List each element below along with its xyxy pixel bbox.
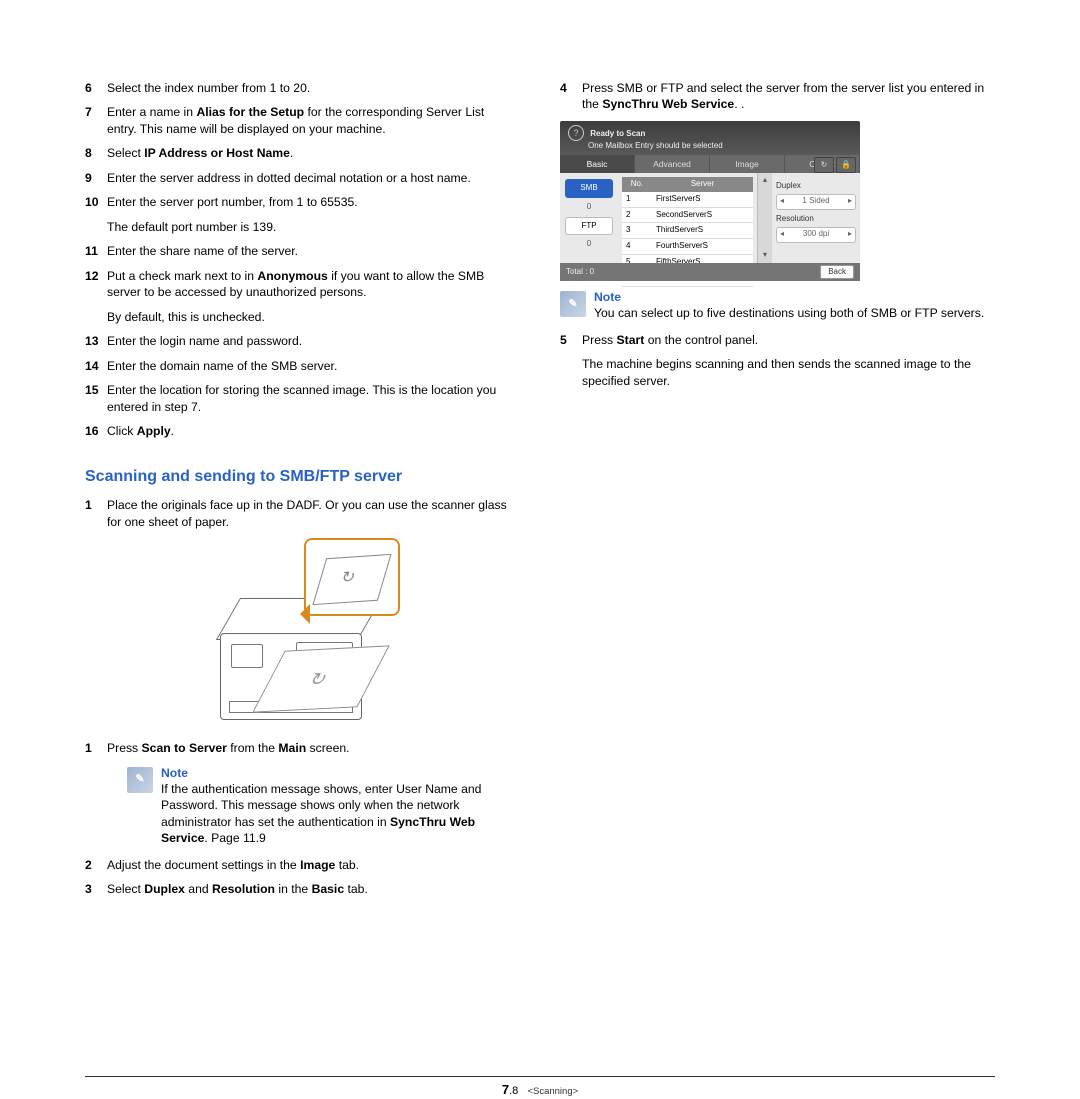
left-column: 6Select the index number from 1 to 20.7E… [85, 80, 515, 906]
note-title: Note [161, 765, 515, 781]
tab-image[interactable]: Image [710, 155, 785, 173]
step-number: 16 [85, 423, 107, 439]
numbered-step: 16Click Apply. [85, 423, 515, 439]
note-body: If the authentication message shows, ent… [161, 782, 481, 845]
step-number: 1 [85, 497, 107, 530]
step-text: Enter the login name and password. [107, 333, 515, 349]
numbered-step: 5Press Start on the control panel.The ma… [560, 332, 990, 389]
tab-basic[interactable]: Basic [560, 155, 635, 173]
step-number: 7 [85, 104, 107, 137]
chapter-number: 7 [502, 1082, 509, 1097]
note-icon: ✎ [127, 767, 153, 793]
lock-icon[interactable]: 🔒 [836, 157, 856, 173]
step-text: Enter the domain name of the SMB server. [107, 358, 515, 374]
section-name: <Scanning> [527, 1086, 578, 1097]
table-row[interactable]: 1FirstServerS [622, 192, 753, 207]
numbered-step: 1Place the originals face up in the DADF… [85, 497, 515, 530]
step-number: 12 [85, 268, 107, 325]
step-text: Press SMB or FTP and select the server f… [582, 80, 990, 113]
step-number: 1 [85, 740, 107, 756]
screen-hint: One Mailbox Entry should be selected [588, 141, 723, 150]
step-text: Select IP Address or Host Name. [107, 145, 515, 161]
step-text: Enter the share name of the server. [107, 243, 515, 259]
step-number: 9 [85, 170, 107, 186]
refresh-icon[interactable]: ↻ [814, 157, 834, 173]
note-body: You can select up to five destinations u… [594, 306, 984, 320]
step-text: Adjust the document settings in the Imag… [107, 857, 515, 873]
page-number: .8 [509, 1085, 518, 1097]
dadf-illustration [200, 538, 400, 728]
step-text: Enter the server port number, from 1 to … [107, 194, 515, 235]
step-text: Place the originals face up in the DADF.… [107, 497, 515, 530]
step-text: Select the index number from 1 to 20. [107, 80, 515, 96]
numbered-step: 4Press SMB or FTP and select the server … [560, 80, 990, 113]
numbered-step: 11Enter the share name of the server. [85, 243, 515, 259]
screen-status: Ready to Scan [590, 129, 645, 138]
step-number: 6 [85, 80, 107, 96]
step-number: 2 [85, 857, 107, 873]
tab-advanced[interactable]: Advanced [635, 155, 710, 173]
resolution-control[interactable]: ◂300 dpi▸ [776, 227, 856, 243]
scrollbar[interactable]: ▴▾ [757, 173, 772, 263]
duplex-label: Duplex [776, 181, 856, 192]
step-number: 5 [560, 332, 582, 389]
section-heading: Scanning and sending to SMB/FTP server [85, 466, 515, 488]
step-text: Click Apply. [107, 423, 515, 439]
numbered-step: 3Select Duplex and Resolution in the Bas… [85, 881, 515, 897]
smb-button[interactable]: SMB [565, 179, 613, 198]
table-row[interactable]: 4FourthServerS [622, 239, 753, 255]
step-text: Enter a name in Alias for the Setup for … [107, 104, 515, 137]
numbered-step: 2Adjust the document settings in the Ima… [85, 857, 515, 873]
step-text: Enter the location for storing the scann… [107, 382, 515, 415]
step-number: 13 [85, 333, 107, 349]
numbered-step: 8Select IP Address or Host Name. [85, 145, 515, 161]
page-footer: 7.8 <Scanning> [85, 1076, 995, 1099]
numbered-step: 6Select the index number from 1 to 20. [85, 80, 515, 96]
step-text: Press Start on the control panel.The mac… [582, 332, 990, 389]
step-text: Press Scan to Server from the Main scree… [107, 740, 515, 756]
numbered-step: 9Enter the server address in dotted deci… [85, 170, 515, 186]
note-title: Note [594, 289, 984, 305]
step-number: 15 [85, 382, 107, 415]
numbered-step: 14Enter the domain name of the SMB serve… [85, 358, 515, 374]
step-text: Enter the server address in dotted decim… [107, 170, 515, 186]
numbered-step: 12Put a check mark next to in Anonymous … [85, 268, 515, 325]
numbered-step: 7Enter a name in Alias for the Setup for… [85, 104, 515, 137]
duplex-control[interactable]: ◂1 Sided▸ [776, 194, 856, 210]
numbered-step: 1Press Scan to Server from the Main scre… [85, 740, 515, 756]
step-number: 14 [85, 358, 107, 374]
col-no: No. [622, 177, 652, 192]
numbered-step: 10Enter the server port number, from 1 t… [85, 194, 515, 235]
table-row[interactable]: 3ThirdServerS [622, 223, 753, 239]
note-block: ✎ Note You can select up to five destina… [560, 289, 990, 322]
ftp-count: 0 [565, 239, 613, 250]
smb-count: 0 [565, 202, 613, 213]
server-table: No. Server 1FirstServerS2SecondServerS3T… [618, 173, 757, 263]
step-number: 8 [85, 145, 107, 161]
note-block: ✎ Note If the authentication message sho… [127, 765, 515, 847]
note-icon: ✎ [560, 291, 586, 317]
device-screenshot: ? Ready to Scan One Mailbox Entry should… [560, 121, 860, 281]
numbered-step: 13Enter the login name and password. [85, 333, 515, 349]
step-number: 3 [85, 881, 107, 897]
step-text: Select Duplex and Resolution in the Basi… [107, 881, 515, 897]
right-column: 4Press SMB or FTP and select the server … [560, 80, 990, 906]
numbered-step: 15Enter the location for storing the sca… [85, 382, 515, 415]
table-row[interactable]: 2SecondServerS [622, 207, 753, 223]
step-number: 4 [560, 80, 582, 113]
ftp-button[interactable]: FTP [565, 217, 613, 236]
back-button[interactable]: Back [820, 265, 854, 280]
step-number: 11 [85, 243, 107, 259]
total-label: Total : 0 [566, 267, 594, 278]
step-number: 10 [85, 194, 107, 235]
col-server: Server [652, 177, 753, 192]
help-icon: ? [568, 125, 584, 141]
resolution-label: Resolution [776, 214, 856, 225]
step-text: Put a check mark next to in Anonymous if… [107, 268, 515, 325]
